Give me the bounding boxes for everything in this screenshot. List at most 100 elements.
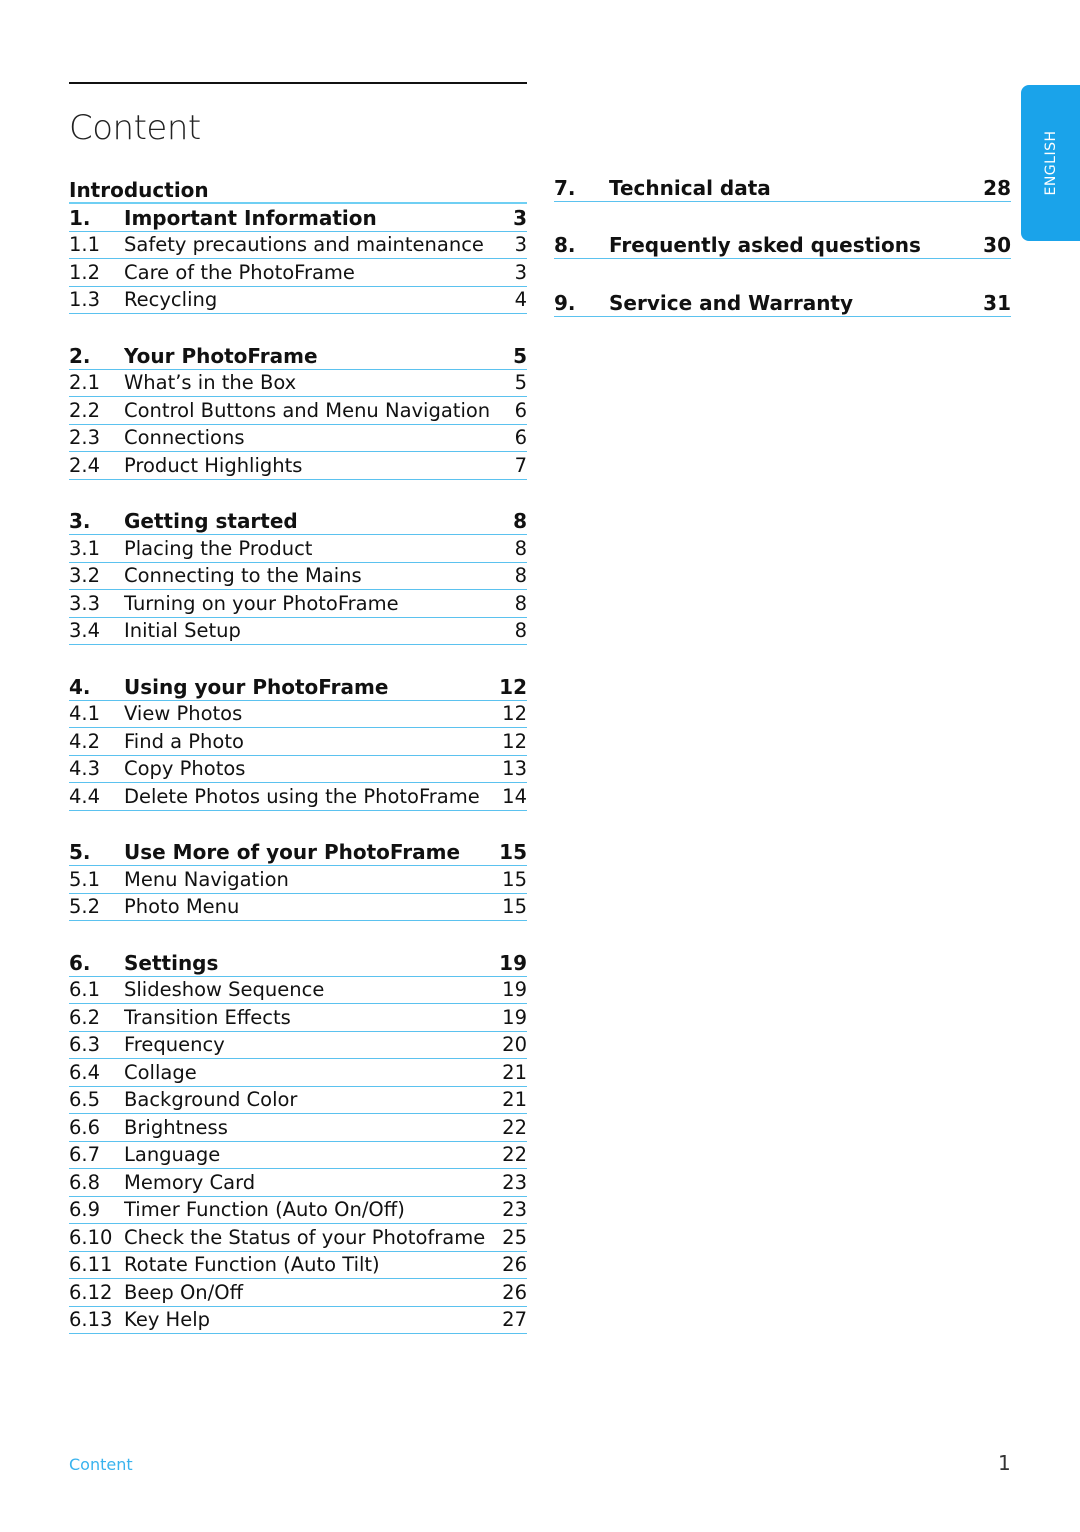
language-tab-label: ENGLISH: [1042, 130, 1059, 196]
toc-entry[interactable]: 6.8 Memory Card 23: [69, 1169, 527, 1197]
toc-section: 3. Getting started 8 3.1 Placing the Product…: [69, 508, 527, 645]
toc-section: 4. Using your PhotoFrame 12 4.1 View Photos 1…: [69, 673, 527, 811]
toc-chapter-entry[interactable]: 6. Settings 19: [69, 949, 527, 977]
toc-entry-page: 8: [514, 591, 527, 615]
toc-entry[interactable]: 4.3 Copy Photos 13: [69, 756, 527, 783]
toc-entry[interactable]: 5.2 Photo Menu 15: [69, 894, 527, 921]
toc-section: 2. Your PhotoFrame 5 2.1 What’s in the Box 5 2…: [69, 342, 527, 480]
toc-entry-page: 26: [502, 1280, 527, 1304]
toc-entry[interactable]: 6.5 Background Color 21: [69, 1087, 527, 1114]
toc-entry[interactable]: 6.3 Frequency 20: [69, 1032, 527, 1059]
toc-entry-title: Use More of your PhotoFrame: [124, 840, 461, 864]
toc-entry[interactable]: 6.1 Slideshow Sequence 19: [69, 977, 527, 1004]
toc-section: 5. Use More of your PhotoFrame 15 5.1 Menu N…: [69, 839, 527, 921]
toc-entry-page: 15: [502, 867, 527, 891]
toc-entry-page: 28: [983, 175, 1011, 200]
toc-entry[interactable]: 6.7 Language 22: [69, 1142, 527, 1169]
toc-entry-number: 4.: [69, 674, 91, 699]
toc-entry-page: 3: [513, 205, 527, 230]
toc-chapter-entry[interactable]: 8. Frequently asked questions 30: [554, 232, 1011, 259]
toc-entry-number: 6.2: [69, 1005, 101, 1029]
toc-entry-title: View Photos: [124, 702, 243, 725]
toc-entry-number: 6.5: [69, 1088, 101, 1111]
toc-entry[interactable]: 6.6 Brightness 22: [69, 1114, 527, 1142]
toc-chapter-entry[interactable]: 1. Important Information 3: [69, 204, 527, 232]
toc-entry-number: 3.3: [69, 591, 101, 615]
toc-entry-number: 6.1: [69, 978, 101, 1001]
toc-entry[interactable]: 6.9 Timer Function (Auto On/Off) 23: [69, 1197, 527, 1224]
toc-entry-page: 14: [502, 784, 527, 808]
toc-entry[interactable]: 6.11 Rotate Function (Auto Tilt) 26: [69, 1252, 527, 1279]
toc-entry-number: 6.10: [69, 1225, 113, 1249]
toc-chapter-entry[interactable]: 9. Service and Warranty 31: [554, 289, 1011, 317]
toc-entry-page: 31: [983, 290, 1011, 315]
toc-chapter-entry[interactable]: 2. Your PhotoFrame 5: [69, 342, 527, 370]
toc-entry-page: 21: [502, 1088, 527, 1111]
toc-entry[interactable]: 3.2 Connecting to the Mains 8: [69, 563, 527, 590]
toc-entry-page: 19: [502, 978, 527, 1001]
toc-entry-number: 3.2: [69, 564, 101, 587]
toc-entry-number: 4.2: [69, 729, 101, 753]
toc-chapter-entry[interactable]: 4. Using your PhotoFrame 12: [69, 673, 527, 701]
toc-entry-number: 2.4: [69, 453, 101, 477]
toc-entry-page: 27: [502, 1308, 527, 1331]
toc-right-column: 7. Technical data 28 8. Frequently asked que…: [554, 174, 1011, 347]
toc-entry-number: 6.3: [69, 1033, 101, 1056]
toc-entry-title: Delete Photos using the PhotoFrame: [124, 784, 480, 808]
toc-entry-page: 30: [983, 233, 1011, 257]
toc-entry-number: 8.: [554, 233, 576, 257]
toc-entry[interactable]: 3.1 Placing the Product 8: [69, 535, 527, 563]
toc-entry[interactable]: 6.2 Transition Effects 19: [69, 1004, 527, 1032]
toc-entry[interactable]: 6.10 Check the Status of your Photoframe 2…: [69, 1224, 527, 1252]
toc-entry-number: 1.1: [69, 233, 101, 256]
toc-chapter-entry[interactable]: 3. Getting started 8: [69, 508, 527, 535]
toc-entry-number: 6.: [69, 950, 91, 975]
toc-entry[interactable]: 5.1 Menu Navigation 15: [69, 866, 527, 894]
toc-entry[interactable]: 1.3 Recycling 4: [69, 287, 527, 314]
toc-entry[interactable]: 2.2 Control Buttons and Menu Navigation 6: [69, 397, 527, 425]
toc-chapter-entry[interactable]: 7. Technical data 28: [554, 174, 1011, 202]
language-tab[interactable]: ENGLISH: [1021, 85, 1080, 241]
toc-intro-heading: Introduction: [69, 174, 527, 204]
toc-entry[interactable]: 4.1 View Photos 12: [69, 701, 527, 728]
toc-entry-title: Timer Function (Auto On/Off): [124, 1198, 405, 1221]
toc-entry-title: Control Buttons and Menu Navigation: [124, 398, 491, 422]
toc-entry-title: What’s in the Box: [124, 371, 297, 394]
toc-section: 1. Important Information 3 1.1 Safety precau…: [69, 204, 527, 314]
toc-entry[interactable]: 4.4 Delete Photos using the PhotoFrame 14: [69, 783, 527, 811]
toc-entry-page: 23: [502, 1170, 527, 1194]
toc-entry[interactable]: 1.2 Care of the PhotoFrame 3: [69, 259, 527, 287]
toc-entry[interactable]: 2.1 What’s in the Box 5: [69, 370, 527, 397]
toc-entry[interactable]: 6.12 Beep On/Off 26: [69, 1279, 527, 1307]
toc-entry-number: 4.4: [69, 784, 101, 808]
toc-entry-page: 8: [514, 564, 527, 587]
toc-entry-number: 5.1: [69, 867, 101, 891]
toc-entry[interactable]: 4.2 Find a Photo 12: [69, 728, 527, 756]
toc-entry-number: 6.8: [69, 1170, 101, 1194]
toc-entry[interactable]: 3.3 Turning on your PhotoFrame 8: [69, 590, 527, 618]
toc-entry-number: 7.: [554, 175, 576, 200]
toc-entry-title: Placing the Product: [124, 536, 313, 560]
toc-entry-title: Care of the PhotoFrame: [124, 260, 355, 284]
toc-entry[interactable]: 6.4 Collage 21: [69, 1059, 527, 1087]
toc-right-chapters: 7. Technical data 28 8. Frequently asked que…: [554, 174, 1011, 317]
toc-entry-title: Your PhotoFrame: [124, 343, 318, 368]
toc-entry-page: 8: [514, 619, 527, 642]
toc-entry-page: 26: [502, 1253, 527, 1276]
toc-entry-number: 4.3: [69, 757, 101, 780]
page-number: 1: [998, 1451, 1011, 1475]
toc-entry-title: Collage: [124, 1060, 197, 1084]
toc-entry-page: 12: [502, 702, 527, 725]
toc-entry-number: 6.7: [69, 1143, 101, 1166]
toc-entry[interactable]: 3.4 Initial Setup 8: [69, 618, 527, 645]
toc-entry[interactable]: 6.13 Key Help 27: [69, 1307, 527, 1334]
toc-entry[interactable]: 2.4 Product Highlights 7: [69, 452, 527, 480]
toc-entry-title: Transition Effects: [124, 1005, 291, 1029]
toc-entry-page: 15: [502, 895, 527, 918]
toc-entry-number: 6.11: [69, 1253, 113, 1276]
toc-chapter-entry[interactable]: 5. Use More of your PhotoFrame 15: [69, 839, 527, 866]
toc-entry[interactable]: 1.1 Safety precautions and maintenance 3: [69, 232, 527, 259]
toc-entry-number: 3.1: [69, 536, 101, 560]
toc-entry-title: Beep On/Off: [124, 1280, 244, 1304]
toc-entry[interactable]: 2.3 Connections 6: [69, 425, 527, 452]
